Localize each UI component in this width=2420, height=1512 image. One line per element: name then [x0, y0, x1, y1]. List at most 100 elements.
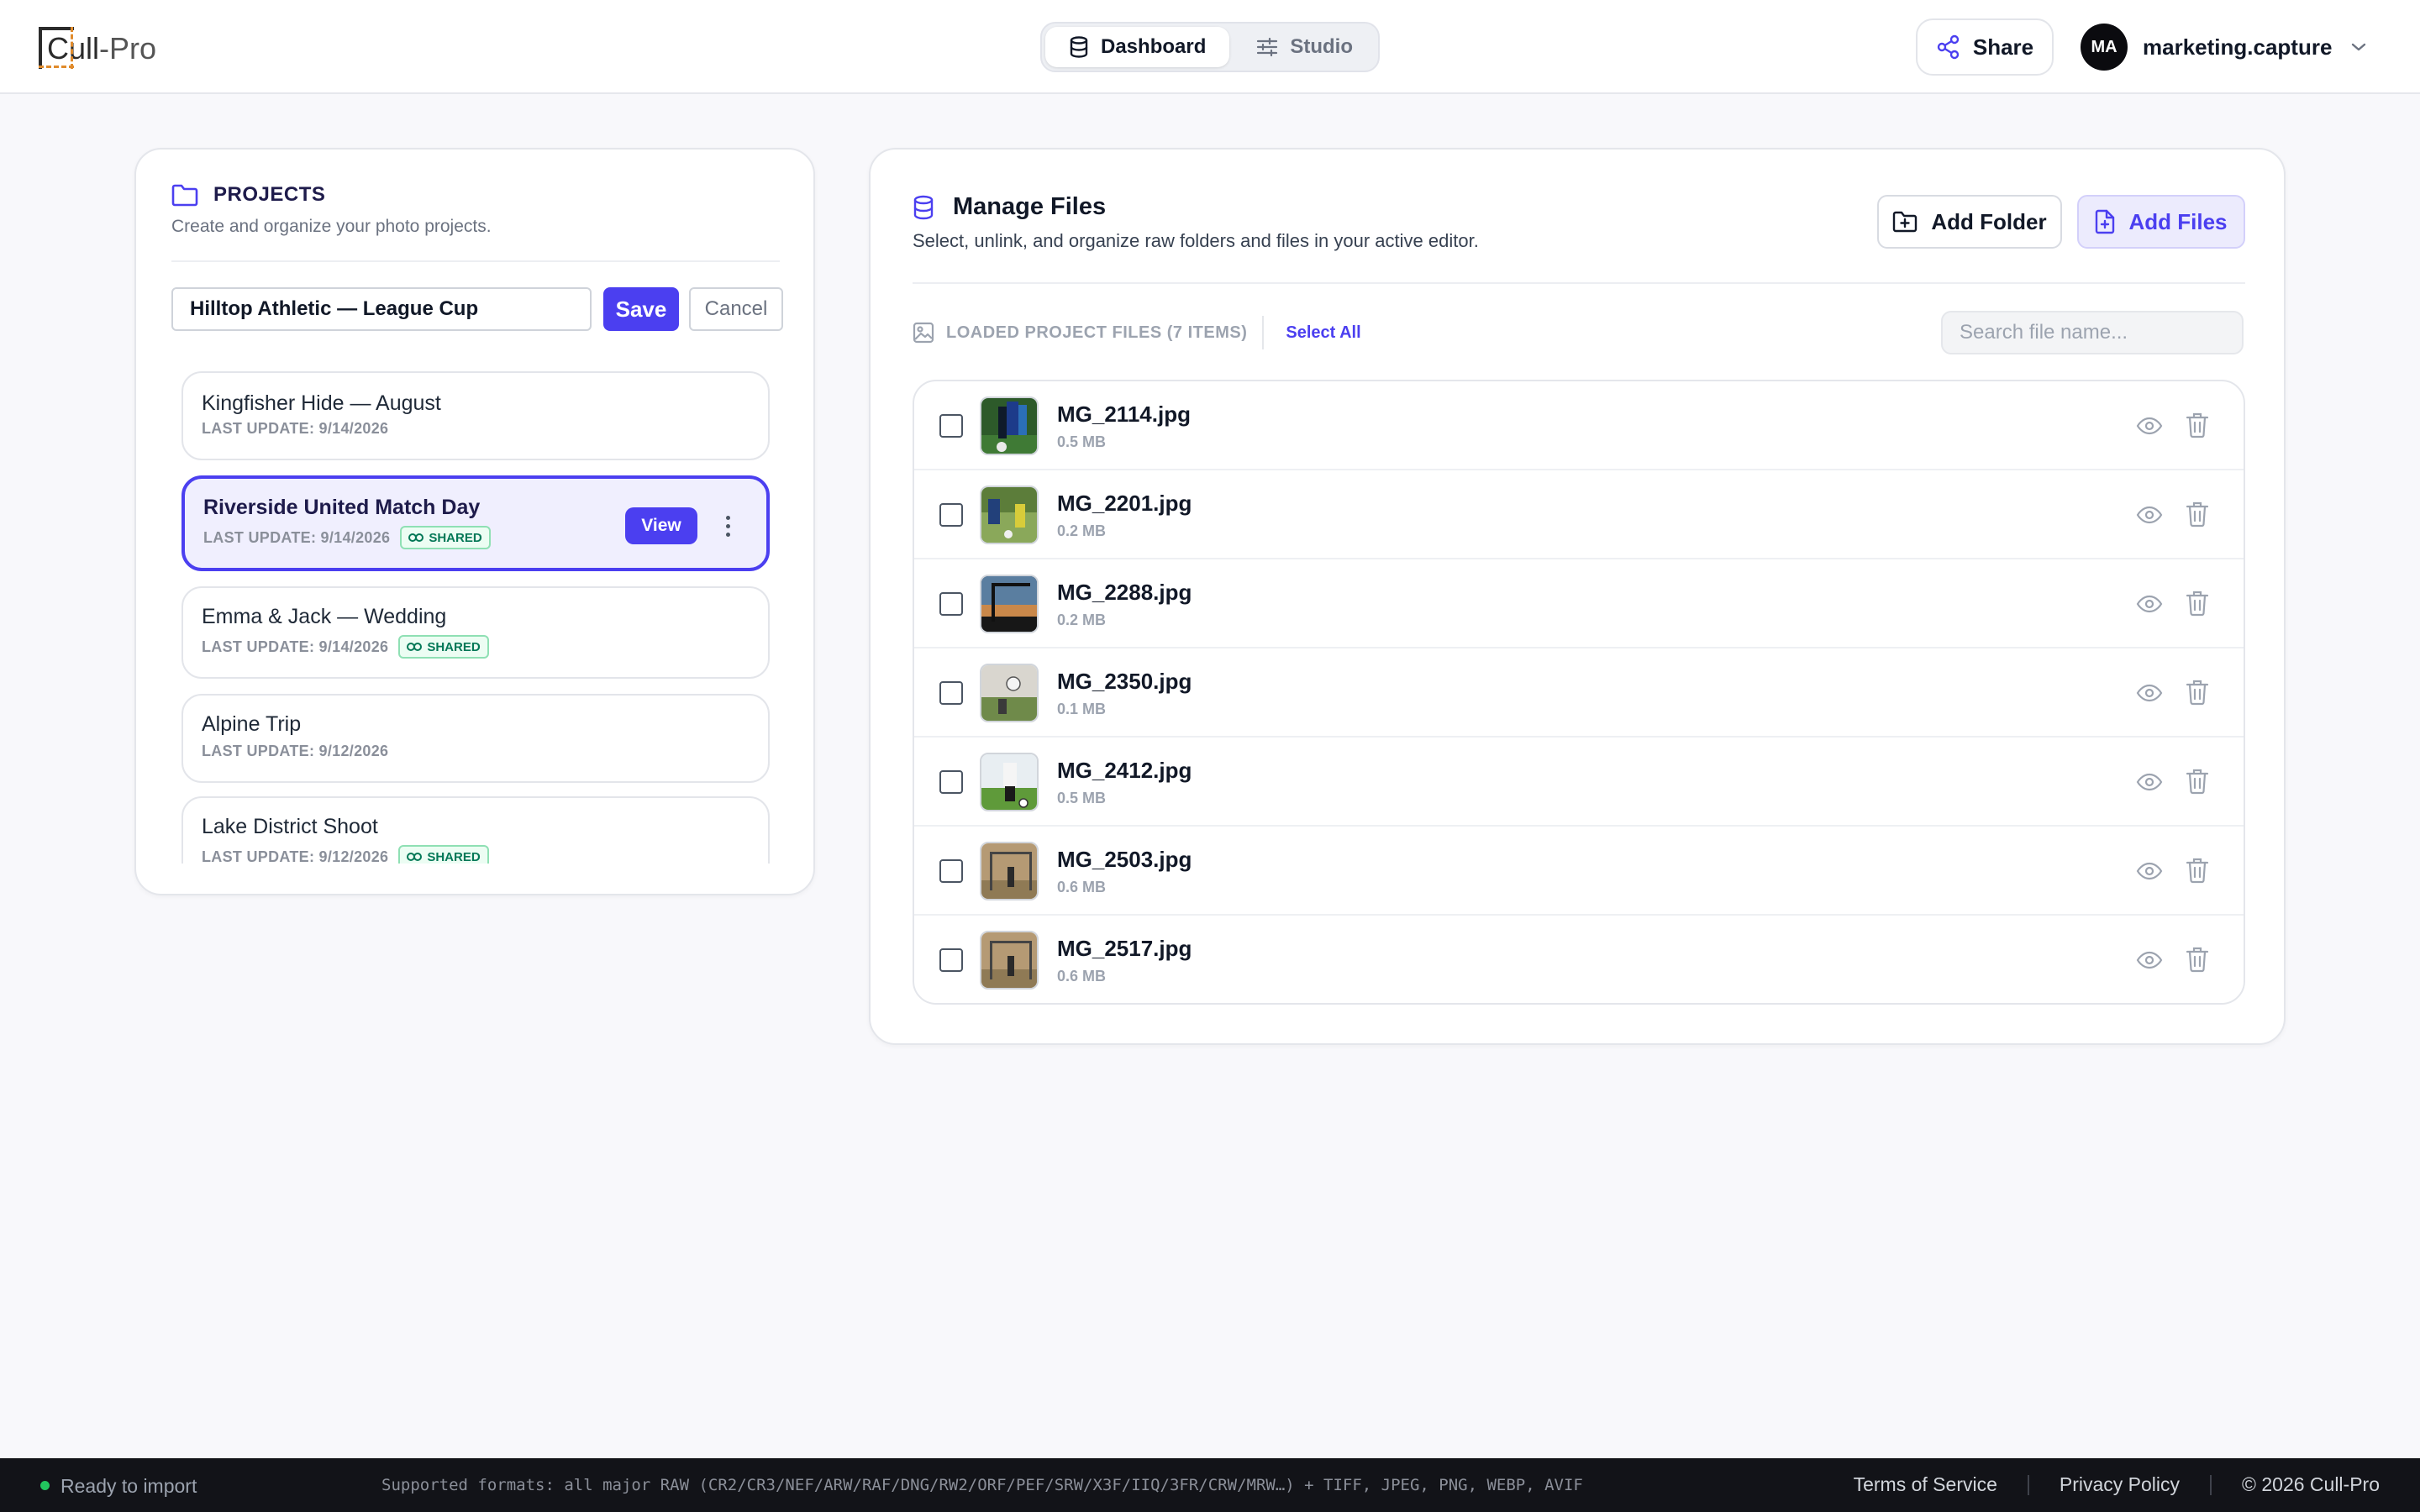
- project-meta: LAST UPDATE: 9/12/2026 SHARED: [202, 845, 489, 864]
- file-row[interactable]: MG_2201.jpg 0.2 MB: [914, 470, 2244, 559]
- projects-header: PROJECTS: [171, 183, 325, 207]
- avatar: MA: [2081, 24, 2128, 71]
- trash-icon[interactable]: [2185, 679, 2210, 706]
- project-meta: LAST UPDATE: 9/14/2026 SHARED: [202, 635, 489, 659]
- file-row[interactable]: MG_2114.jpg 0.5 MB: [914, 381, 2244, 470]
- username: marketing.capture: [2143, 34, 2333, 60]
- file-checkbox[interactable]: [939, 592, 963, 616]
- file-size: 0.2 MB: [1057, 612, 1107, 628]
- project-card-selected[interactable]: Riverside United Match Day LAST UPDATE: …: [182, 475, 770, 571]
- project-date: LAST UPDATE: 9/14/2026: [202, 638, 389, 655]
- projects-panel: PROJECTS Create and organize your photo …: [134, 148, 815, 895]
- eye-icon[interactable]: [2136, 769, 2163, 795]
- project-card[interactable]: Emma & Jack — Wedding LAST UPDATE: 9/14/…: [182, 586, 770, 679]
- file-thumbnail: [980, 486, 1039, 544]
- file-name: MG_2288.jpg: [1057, 580, 1192, 605]
- manage-files-panel: Manage Files Select, unlink, and organiz…: [869, 148, 2286, 1045]
- file-checkbox[interactable]: [939, 681, 963, 705]
- manage-files-title: Manage Files: [953, 193, 1107, 220]
- file-size: 0.2 MB: [1057, 522, 1107, 539]
- footer-separator: [2027, 1474, 2029, 1495]
- eye-icon[interactable]: [2136, 680, 2163, 706]
- file-checkbox[interactable]: [939, 770, 963, 794]
- project-date: LAST UPDATE: 9/12/2026: [202, 848, 389, 864]
- project-card[interactable]: Alpine Trip LAST UPDATE: 9/12/2026: [182, 694, 770, 783]
- privacy-link[interactable]: Privacy Policy: [2060, 1473, 2180, 1496]
- copyright-text: © 2026 Cull-Pro: [2242, 1473, 2380, 1495]
- eye-icon[interactable]: [2136, 858, 2163, 884]
- app-logo[interactable]: Cull-Pro: [39, 24, 156, 71]
- eye-icon[interactable]: [2136, 413, 2163, 438]
- tab-dashboard[interactable]: Dashboard: [1045, 27, 1230, 67]
- file-row[interactable]: MG_2412.jpg 0.5 MB: [914, 738, 2244, 827]
- file-row[interactable]: MG_2503.jpg 0.6 MB: [914, 827, 2244, 916]
- view-switcher: Dashboard Studio: [1040, 22, 1380, 72]
- more-options-icon[interactable]: [719, 509, 736, 543]
- eye-icon[interactable]: [2136, 502, 2163, 528]
- project-name: Riverside United Match Day: [203, 496, 481, 519]
- file-checkbox[interactable]: [939, 414, 963, 438]
- database-icon: [1070, 36, 1088, 58]
- file-name: MG_2503.jpg: [1057, 847, 1192, 872]
- user-menu[interactable]: MA marketing.capture: [2081, 22, 2367, 72]
- project-name: Alpine Trip: [202, 712, 302, 736]
- logo-text-secondary: -Pro: [99, 31, 157, 66]
- folder-plus-icon: [1893, 211, 1918, 233]
- file-row[interactable]: MG_2517.jpg 0.6 MB: [914, 916, 2244, 1003]
- add-folder-button[interactable]: Add Folder: [1877, 195, 2062, 249]
- project-card[interactable]: Kingfisher Hide — August LAST UPDATE: 9/…: [182, 371, 770, 460]
- file-checkbox[interactable]: [939, 948, 963, 972]
- add-folder-label: Add Folder: [1931, 208, 2047, 234]
- file-thumbnail: [980, 931, 1039, 990]
- eye-icon[interactable]: [2136, 948, 2163, 973]
- add-files-button[interactable]: Add Files: [2077, 195, 2245, 249]
- file-size: 0.6 MB: [1057, 968, 1107, 984]
- projects-subtitle: Create and organize your photo projects.: [171, 217, 492, 236]
- trash-icon[interactable]: [2185, 946, 2210, 973]
- eye-icon[interactable]: [2136, 591, 2163, 617]
- database-icon: [913, 195, 934, 219]
- trash-icon[interactable]: [2185, 590, 2210, 617]
- share-button[interactable]: Share: [1916, 18, 2054, 76]
- project-list: Kingfisher Hide — August LAST UPDATE: 9/…: [182, 371, 770, 864]
- share-label: Share: [1972, 34, 2034, 60]
- project-date: LAST UPDATE: 9/12/2026: [202, 743, 389, 759]
- tab-studio[interactable]: Studio: [1229, 27, 1376, 67]
- file-size: 0.5 MB: [1057, 433, 1107, 450]
- project-name-input[interactable]: [171, 287, 592, 331]
- trash-icon[interactable]: [2185, 768, 2210, 795]
- trash-icon[interactable]: [2185, 857, 2210, 884]
- terms-link[interactable]: Terms of Service: [1854, 1473, 1997, 1496]
- file-thumbnail: [980, 842, 1039, 900]
- manage-files-subtitle: Select, unlink, and organize raw folders…: [913, 230, 1479, 251]
- file-checkbox[interactable]: [939, 859, 963, 883]
- project-name: Kingfisher Hide — August: [202, 391, 441, 415]
- trash-icon[interactable]: [2185, 501, 2210, 528]
- save-button[interactable]: Save: [603, 287, 679, 331]
- project-card[interactable]: Lake District Shoot LAST UPDATE: 9/12/20…: [182, 796, 770, 864]
- footer-separator: [2210, 1474, 2212, 1495]
- file-checkbox[interactable]: [939, 503, 963, 527]
- add-files-label: Add Files: [2128, 208, 2228, 234]
- shared-label: SHARED: [427, 849, 481, 864]
- file-row[interactable]: MG_2350.jpg 0.1 MB: [914, 648, 2244, 738]
- cancel-button[interactable]: Cancel: [689, 287, 783, 331]
- tab-studio-label: Studio: [1290, 35, 1354, 58]
- file-size: 0.1 MB: [1057, 701, 1107, 717]
- chevron-down-icon: [2352, 43, 2366, 51]
- project-meta: LAST UPDATE: 9/12/2026: [202, 743, 388, 760]
- file-row[interactable]: MG_2288.jpg 0.2 MB: [914, 559, 2244, 648]
- logo-mark-icon: [39, 25, 74, 69]
- select-all-button[interactable]: Select All: [1286, 323, 1360, 343]
- loaded-files-label: LOADED PROJECT FILES (7 ITEMS): [946, 323, 1248, 342]
- trash-icon[interactable]: [2185, 412, 2210, 438]
- file-name: MG_2201.jpg: [1057, 491, 1192, 516]
- toolbar-separator: [1262, 316, 1265, 349]
- file-plus-icon: [2096, 209, 2115, 234]
- file-search-input[interactable]: [1941, 311, 2244, 354]
- image-icon: [913, 322, 934, 344]
- shared-badge: SHARED: [398, 845, 489, 864]
- view-button[interactable]: View: [625, 507, 697, 544]
- file-thumbnail: [980, 664, 1039, 722]
- link-icon: [407, 853, 423, 861]
